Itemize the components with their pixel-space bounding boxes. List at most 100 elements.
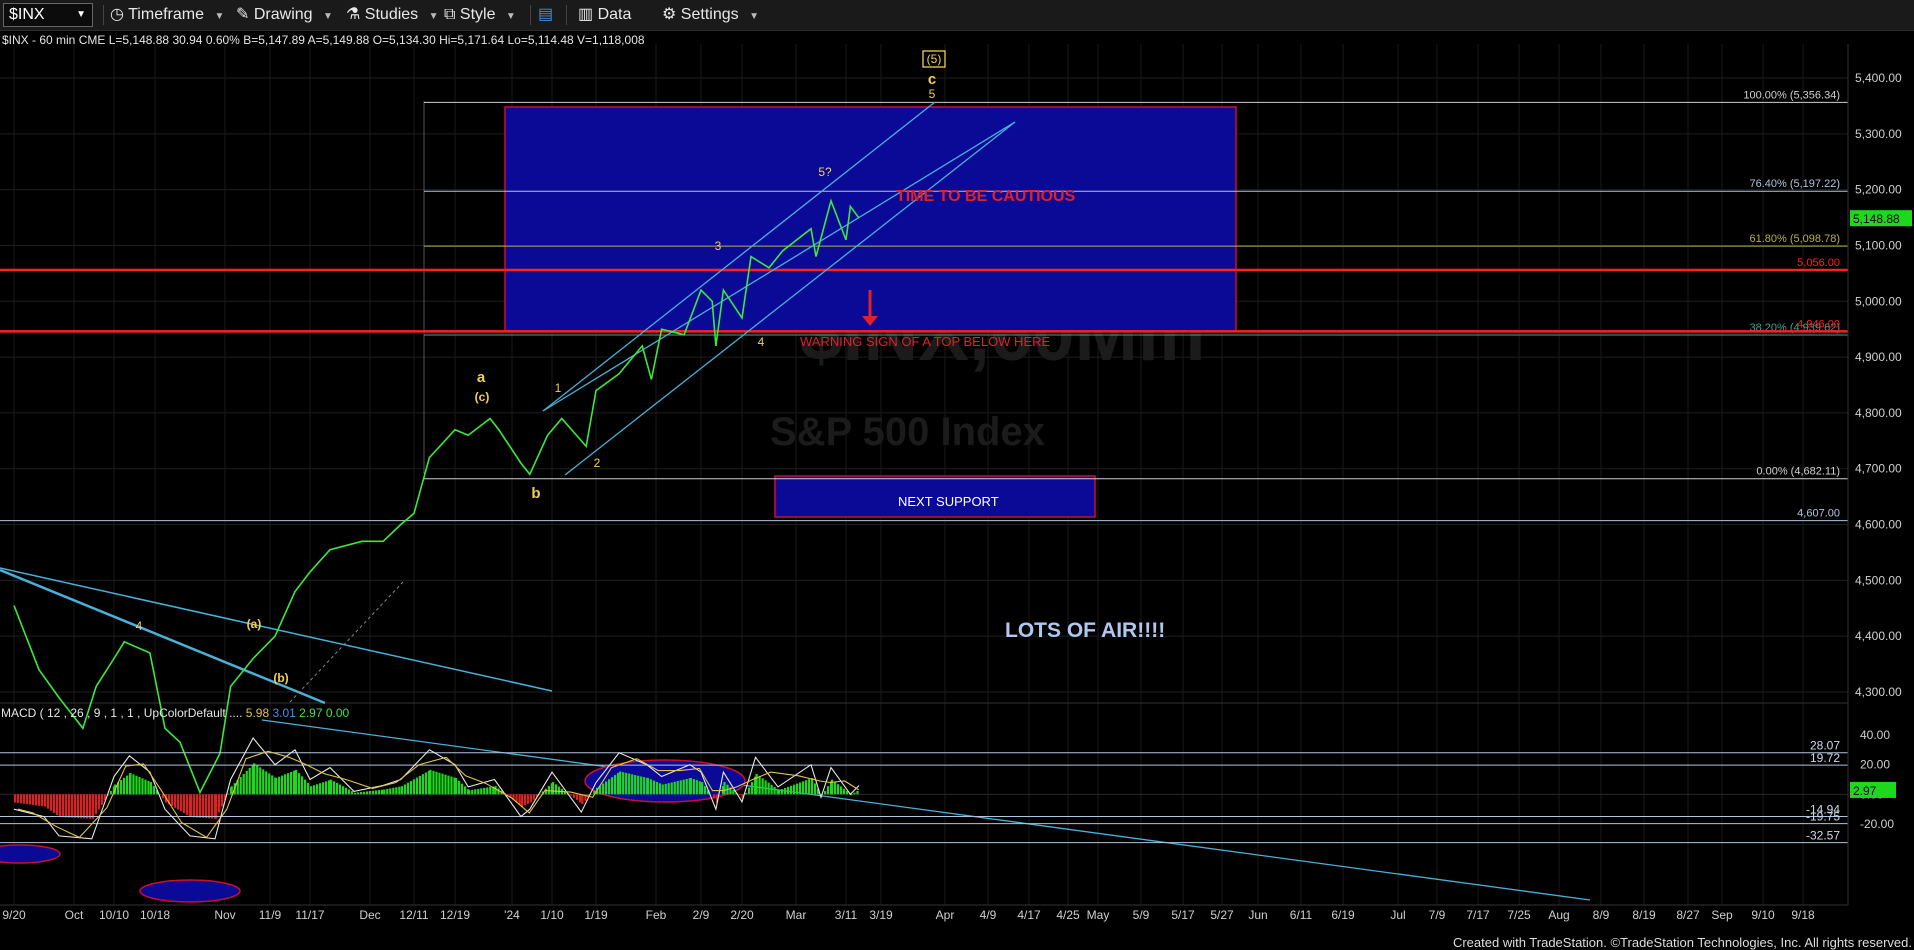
macd-bar [486, 787, 489, 795]
macd-bar [814, 783, 817, 795]
time-tick-label: 8/19 [1632, 908, 1656, 922]
macd-bar [827, 786, 830, 795]
macd-bar [611, 777, 614, 795]
dotted-projection [289, 581, 404, 703]
last-price-label: 5,148.88 [1853, 212, 1900, 226]
wave-label: 4 [758, 335, 765, 349]
macd-bar [138, 777, 141, 795]
macd-bar [259, 767, 262, 795]
macd-bar [608, 779, 611, 795]
macd-bar [444, 774, 447, 795]
macd-bar [824, 791, 827, 795]
macd-bar [239, 777, 242, 795]
macd-bar [38, 794, 41, 806]
macd-bar [319, 783, 322, 795]
time-tick-label: 11/17 [295, 908, 324, 922]
macd-bar [262, 769, 265, 795]
time-tick-label: 12/11 [399, 908, 428, 922]
macd-bar [147, 781, 150, 795]
time-tick-label: 8/9 [1593, 908, 1610, 922]
macd-bar [670, 782, 673, 795]
macd-bar [196, 794, 199, 818]
price-tick-label: 4,600.00 [1855, 518, 1902, 532]
macd-bar [174, 794, 177, 808]
macd-bar [177, 794, 180, 810]
macd-bar [205, 794, 208, 819]
macd-trendline[interactable] [261, 719, 1591, 901]
time-tick-label: 1/10 [540, 908, 564, 922]
macd-bar [395, 787, 398, 795]
macd-panel: 28.0719.72-14.94-19.75-32.57 [0, 737, 1848, 844]
wave-label: 5? [818, 165, 832, 179]
macd-left-ellipse[interactable] [0, 844, 61, 864]
price-tick-label: 4,500.00 [1855, 573, 1902, 587]
macd-bar [398, 786, 401, 795]
macd-bar [363, 791, 366, 795]
price-tick-label: 4,700.00 [1855, 462, 1902, 476]
macd-bar [576, 794, 579, 801]
macd-bar [474, 789, 477, 795]
macd-bar [301, 776, 304, 795]
macd-bar [464, 786, 467, 795]
time-tick-label: Oct [65, 908, 84, 922]
time-tick-label: 9/10 [1751, 908, 1775, 922]
macd-bar [441, 773, 444, 795]
macd-bar [322, 782, 325, 795]
macd-bar [256, 765, 259, 795]
time-axis[interactable]: 9/20 Oct 10/10 10/18 Nov 11/9 11/17 Dec 12/11 12/… [0, 904, 1848, 922]
macd-bar [342, 786, 345, 795]
support-label: 4,607.00 [1797, 508, 1840, 520]
time-tick-label: '24 [504, 908, 520, 922]
macd-bar [805, 780, 808, 795]
macd-bar [372, 790, 375, 795]
macd-bar [614, 775, 617, 795]
macd-bar [781, 789, 784, 795]
wave-label: (5) [927, 52, 942, 66]
macd-bar [802, 781, 805, 795]
macd-bar [770, 784, 773, 795]
macd-bar [242, 773, 245, 795]
macd-bar [109, 791, 112, 795]
macd-bar [409, 781, 412, 795]
macd-bar [141, 778, 144, 795]
macd-bar [287, 773, 290, 795]
macd-bottom-ellipse[interactable] [139, 879, 241, 903]
macd-bar [50, 794, 53, 811]
fib-label: 76.40% (5,197.22) [1749, 178, 1840, 190]
macd-bar [295, 769, 298, 795]
wave-label: (b) [273, 671, 288, 685]
macd-bar [392, 787, 395, 795]
air-annotation: LOTS OF AIR!!!! [1005, 619, 1165, 642]
macd-bar [215, 794, 218, 819]
time-tick-label: Nov [214, 908, 235, 922]
macd-bar [20, 794, 23, 804]
price-tick-label: 5,300.00 [1855, 127, 1902, 141]
macd-bar [755, 773, 758, 795]
macd-bar [29, 794, 32, 805]
macd-bar [573, 794, 576, 798]
time-tick-label: Jul [1390, 908, 1405, 922]
macd-bar [646, 778, 649, 795]
time-tick-label: 6/19 [1331, 908, 1355, 922]
time-tick-label: 1/19 [584, 908, 608, 922]
time-tick-label: 10/18 [140, 908, 170, 922]
macd-bar [455, 778, 458, 795]
price-chart[interactable]: $INX,60Min S&P 500 Index 100.00% (5,356.… [0, 0, 1914, 950]
macd-bar [383, 789, 386, 795]
price-axis[interactable]: 4,300.00 4,400.00 4,500.00 4,600.00 4,700.00… [1847, 44, 1912, 905]
price-tick-label: 4,400.00 [1855, 629, 1902, 643]
macd-bar [26, 794, 29, 805]
fib-label: 100.00% (5,356.34) [1743, 89, 1840, 101]
macd-bar [199, 794, 202, 818]
wave-label: a [477, 369, 486, 386]
time-tick-label: 8/27 [1676, 908, 1700, 922]
macd-bar [796, 783, 799, 795]
macd-bar [778, 790, 781, 795]
macd-bar [477, 788, 480, 795]
macd-bar [628, 773, 631, 795]
macd-bar [74, 794, 77, 818]
macd-bar [369, 791, 372, 795]
time-tick-label: 9/18 [1791, 908, 1815, 922]
macd-bar [86, 794, 89, 819]
macd-bar [447, 775, 450, 795]
